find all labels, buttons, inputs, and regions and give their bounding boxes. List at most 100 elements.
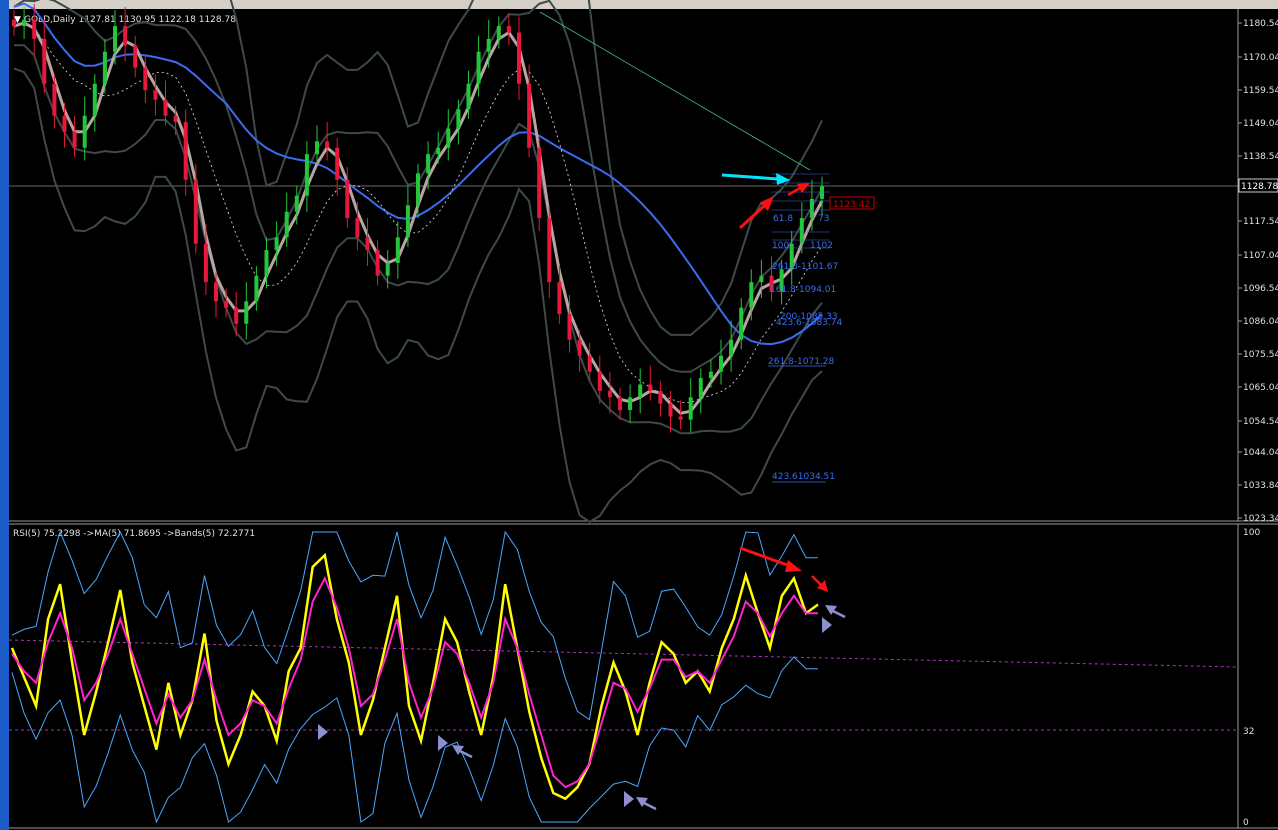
- candle-body: [52, 83, 57, 116]
- candle-body: [527, 83, 532, 148]
- candle-body: [547, 218, 552, 283]
- candle-body: [820, 186, 824, 199]
- candle-body: [587, 355, 592, 372]
- candle-body: [648, 384, 653, 391]
- candle-body: [284, 211, 289, 238]
- candle-body: [405, 205, 410, 238]
- rsi-lower-band: [11, 656, 818, 824]
- fib-label: 261.8-1071.28: [768, 357, 835, 367]
- candle-body: [456, 109, 461, 129]
- gray-arrow-head: [825, 605, 837, 615]
- price-tick-label: 1086.04: [1243, 317, 1278, 327]
- candle-body: [607, 390, 612, 398]
- price-tick-label: 1149.04: [1243, 119, 1278, 129]
- candle-body: [163, 99, 168, 116]
- candle-body: [22, 19, 27, 27]
- rsi-header: RSI(5) 75.2298 ->MA(5) 71.8695 ->Bands(5…: [13, 529, 255, 539]
- candle-body: [658, 390, 663, 404]
- candle-body: [416, 173, 420, 206]
- fib-label: 261.8-1101.67: [772, 262, 838, 272]
- candle-body: [506, 26, 511, 33]
- candle-body: [385, 262, 390, 276]
- rsi-red-arrow-2: [811, 575, 828, 592]
- candle-body: [426, 154, 431, 174]
- candle-body: [496, 26, 501, 39]
- candle-body: [375, 250, 380, 276]
- candle-body: [719, 355, 723, 372]
- rsi-axis: 100 32 0: [1243, 528, 1260, 828]
- rsi-tick-label: 0: [1243, 818, 1249, 828]
- fib-label: 100: [772, 241, 789, 251]
- candle-body: [486, 38, 491, 52]
- rsi-lines: [10, 530, 819, 824]
- gray-arrow-head: [624, 791, 634, 807]
- price-panel: [9, 9, 1238, 521]
- candle-body: [203, 243, 208, 283]
- price-tick-label: 1023.34: [1243, 514, 1278, 524]
- rsi-tick-label: 32: [1243, 727, 1254, 737]
- candle-body: [355, 218, 360, 238]
- candle-body: [264, 250, 269, 276]
- candle-body: [577, 339, 582, 356]
- candle-body: [436, 147, 441, 155]
- price-tick-label: 1044.04: [1243, 448, 1278, 458]
- candle-body: [42, 38, 47, 84]
- candle-body: [537, 147, 542, 219]
- rsi-red-arrow-1: [739, 546, 802, 572]
- candle-body: [274, 237, 279, 251]
- current-price-label: 1128.78: [1241, 182, 1278, 192]
- candle-body: [557, 282, 562, 315]
- price-tick-label: 1138.54: [1243, 152, 1278, 162]
- price-axis: 1180.54 1170.04 1159.54 1149.04 1138.54 1117.…: [1238, 19, 1278, 524]
- candle-body: [294, 195, 299, 212]
- candle-body: [143, 67, 148, 91]
- candle-body: [193, 179, 198, 244]
- candle-body: [749, 282, 754, 308]
- price-tick-label: 1107.04: [1243, 251, 1278, 261]
- candle-body: [153, 90, 158, 100]
- candle-body: [123, 26, 128, 46]
- candle-body: [173, 115, 178, 123]
- fib-label: 1102: [810, 241, 833, 251]
- candle-body: [12, 19, 16, 27]
- price-tick-label: 1170.04: [1243, 53, 1278, 63]
- candle-body: [668, 403, 673, 417]
- gray-arrow-head: [822, 617, 832, 633]
- candle-body: [92, 83, 97, 116]
- fib-label: 423.6-1083.74: [776, 318, 843, 328]
- candle-body: [618, 397, 622, 411]
- candle-body: [698, 378, 703, 398]
- price-tick-label: 1033.84: [1243, 481, 1278, 491]
- candle-body: [446, 128, 451, 148]
- candle-body: [214, 282, 218, 302]
- candle-body: [234, 307, 239, 324]
- candle-body: [304, 154, 309, 196]
- candle-body: [476, 51, 481, 84]
- candle-body: [466, 83, 471, 110]
- fib-price-label: 1123.42: [833, 200, 870, 210]
- gray-arrow-head: [318, 724, 328, 740]
- candle-body: [678, 416, 683, 420]
- candle-body: [809, 198, 814, 219]
- rsi-line: [10, 552, 819, 801]
- fib-label: 61.8: [773, 214, 793, 224]
- chart-canvas[interactable]: ▼ GOLD,Daily 1127.81 1130.95 1122.18 112…: [0, 0, 1278, 830]
- gray-arrow-shaft: [643, 801, 657, 811]
- candle-body: [517, 32, 521, 84]
- fib-label: 73: [818, 214, 829, 224]
- price-tick-label: 1065.04: [1243, 383, 1278, 393]
- candle-body: [345, 179, 350, 219]
- rsi-upper-band: [11, 530, 818, 721]
- candle-body: [254, 275, 259, 302]
- rsi-upper-level: [8, 639, 1239, 668]
- candle-body: [224, 301, 229, 308]
- candle-body: [133, 45, 138, 68]
- candle-body: [395, 237, 400, 263]
- candle-body: [315, 141, 319, 155]
- fib-label: 161.8-1094.01: [770, 285, 836, 295]
- candle-body: [32, 19, 37, 39]
- price-tick-label: 1054.54: [1243, 417, 1278, 427]
- candle-body: [72, 131, 77, 148]
- price-tick-label: 1180.54: [1243, 19, 1278, 29]
- candle-body: [739, 307, 744, 340]
